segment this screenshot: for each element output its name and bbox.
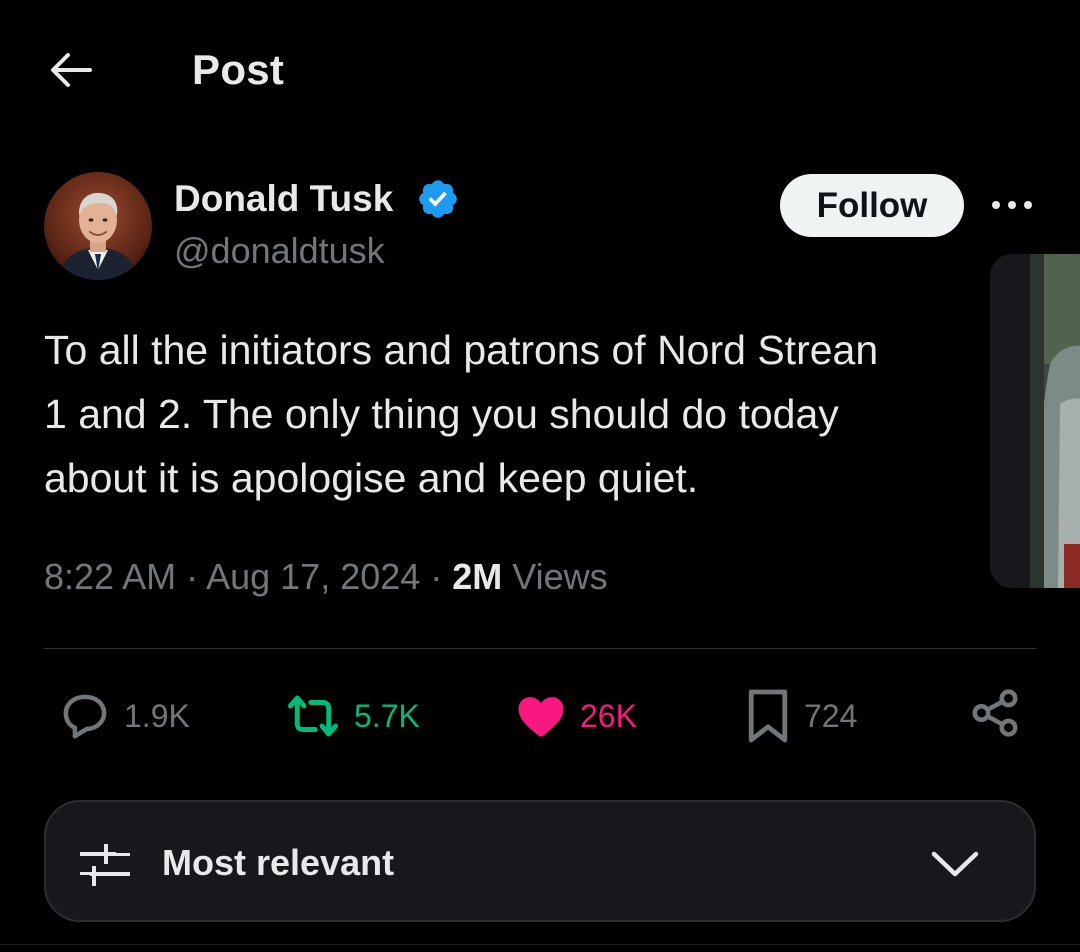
arrow-left-icon[interactable] [48, 50, 92, 90]
views-label: Views [502, 556, 608, 597]
top-bar: Post [0, 0, 1080, 140]
reply-button[interactable]: 1.9K [58, 684, 190, 748]
reply-count: 1.9K [124, 697, 190, 734]
page-title: Post [192, 46, 285, 93]
divider [0, 944, 1080, 945]
side-media-preview[interactable] [990, 254, 1080, 588]
follow-button[interactable]: Follow [780, 174, 964, 237]
like-count: 26K [580, 697, 637, 734]
heart-icon [518, 697, 564, 737]
repost-button[interactable]: 5.7K [284, 684, 420, 748]
media-thumbnail [1030, 254, 1080, 588]
bookmark-button[interactable]: 724 [744, 684, 857, 748]
post-meta: 8:22 AM · Aug 17, 2024 · 2M Views [44, 556, 608, 598]
post-text: To all the initiators and patrons of Nor… [44, 327, 879, 501]
action-bar: 1.9K 5.7K 26K 724 [0, 684, 1080, 748]
sort-replies-dropdown[interactable]: Most relevant [44, 800, 1036, 922]
timestamp[interactable]: 8:22 AM · Aug 17, 2024 · [44, 556, 452, 597]
chevron-down-icon [931, 851, 979, 877]
sliders-icon [80, 844, 130, 886]
bookmark-count: 724 [804, 697, 858, 734]
more-options-icon[interactable] [990, 196, 1034, 214]
reply-icon [63, 694, 107, 739]
repost-count: 5.7K [354, 697, 420, 734]
avatar[interactable] [44, 172, 152, 280]
bookmark-icon [748, 689, 788, 743]
repost-icon [288, 695, 338, 737]
verified-badge-icon [419, 180, 457, 218]
views-count: 2M [452, 556, 503, 597]
author-name[interactable]: Donald Tusk [174, 178, 393, 220]
divider [44, 648, 1036, 649]
like-button[interactable]: 26K [514, 684, 637, 748]
sort-label: Most relevant [162, 842, 395, 883]
avatar-image [44, 172, 152, 280]
author-handle[interactable]: @donaldtusk [174, 230, 385, 272]
share-icon[interactable] [968, 686, 1022, 740]
